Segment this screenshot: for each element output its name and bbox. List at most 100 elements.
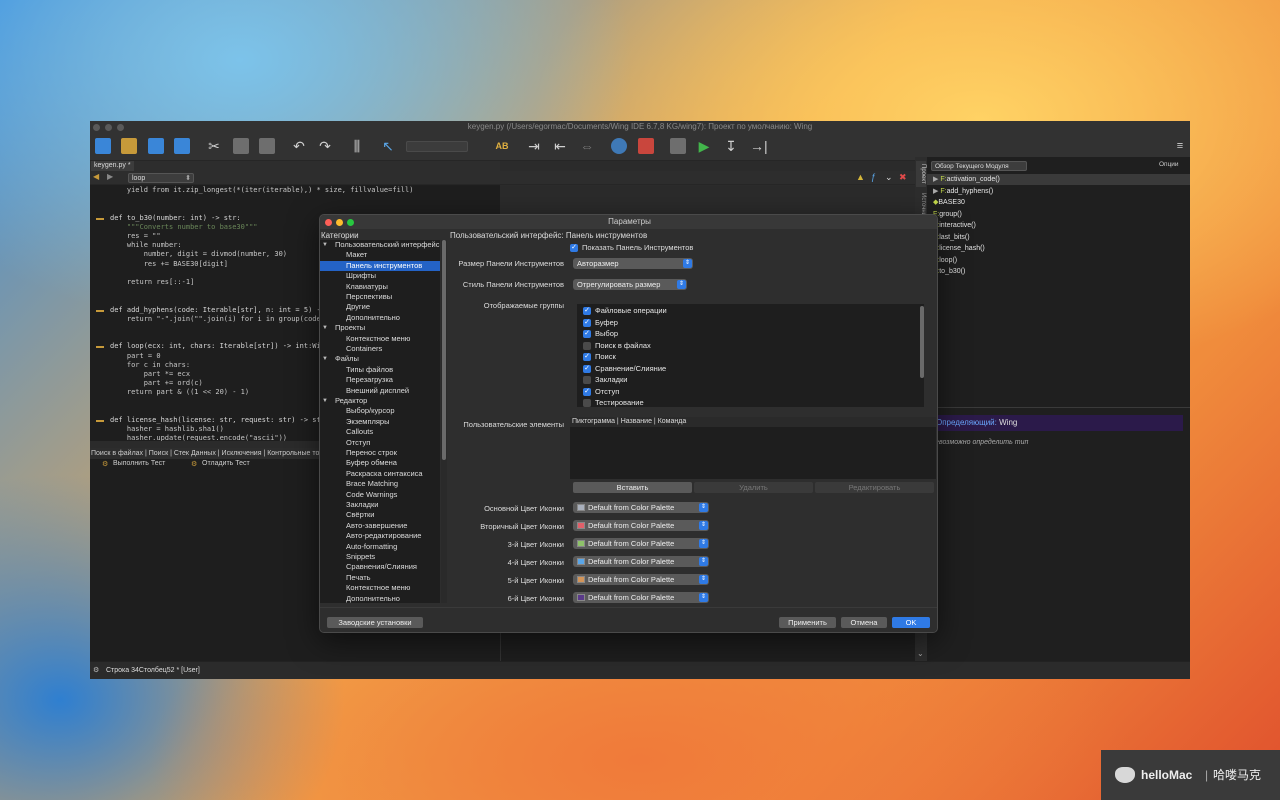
tab-project[interactable]: Проект: [916, 161, 926, 187]
debug-test-button[interactable]: Отладить Тест: [202, 460, 250, 467]
group-checkbox[interactable]: ✓: [583, 364, 591, 373]
delete-button[interactable]: Удалить: [694, 482, 813, 493]
category-item[interactable]: Контекстное меню: [320, 334, 440, 344]
groups-scrollbar[interactable]: [920, 306, 924, 378]
column-name[interactable]: Название: [621, 418, 652, 425]
code-line[interactable]: part *= ecx: [90, 370, 190, 379]
category-item[interactable]: Snippets: [320, 552, 440, 562]
indent-left-icon[interactable]: ⇤: [552, 138, 568, 154]
edit-button[interactable]: Редактировать: [815, 482, 934, 493]
category-item[interactable]: Контекстное меню: [320, 583, 440, 593]
category-item[interactable]: Containers: [320, 344, 440, 354]
code-line[interactable]: [90, 287, 110, 296]
group-item[interactable]: ✓ Выбор: [583, 328, 618, 340]
stop-icon[interactable]: [638, 138, 654, 154]
code-line[interactable]: [90, 296, 110, 305]
category-item[interactable]: Клавиатуры: [320, 282, 440, 292]
options-chevron-icon[interactable]: ⌄: [885, 172, 893, 183]
group-item[interactable]: ✓ Буфер: [583, 317, 618, 329]
fold-marker[interactable]: [96, 346, 104, 349]
indent-right-icon[interactable]: ⇥: [526, 138, 542, 154]
code-line[interactable]: [90, 195, 110, 204]
step-into-icon[interactable]: ↧: [723, 138, 739, 154]
bug-icon[interactable]: ⚙: [93, 662, 99, 679]
tab-keygen[interactable]: keygen.py *: [91, 161, 134, 171]
step-out-icon[interactable]: →|: [750, 138, 768, 154]
category-item[interactable]: Печать: [320, 573, 440, 583]
dialog-minimize-button[interactable]: [336, 218, 343, 226]
icon-color-select[interactable]: Default from Color Palette ⇕: [573, 574, 709, 585]
code-line[interactable]: [90, 324, 110, 333]
category-item[interactable]: Code Warnings: [320, 490, 440, 500]
run-test-button[interactable]: Выполнить Тест: [113, 460, 165, 467]
chevron-down-icon[interactable]: ⌄: [917, 649, 924, 658]
group-checkbox[interactable]: [583, 341, 591, 350]
category-item[interactable]: Авто-редактирование: [320, 531, 440, 541]
toolbar-size-select[interactable]: Авторазмер ⇕: [573, 258, 693, 269]
group-item[interactable]: ✓ Отступ: [583, 386, 619, 398]
icon-color-select[interactable]: Default from Color Palette ⇕: [573, 538, 709, 549]
code-line[interactable]: res += BASE30[digit]: [90, 260, 228, 269]
dialog-close-button[interactable]: [325, 218, 332, 226]
fold-marker[interactable]: [96, 309, 104, 312]
category-item[interactable]: Перенос строк: [320, 448, 440, 458]
outline-item[interactable]: ◆BASE30: [933, 197, 965, 208]
category-item[interactable]: Шрифты: [320, 271, 440, 281]
icon-color-select[interactable]: Default from Color Palette ⇕: [573, 502, 709, 513]
code-line[interactable]: for c in chars:: [90, 361, 190, 370]
code-line[interactable]: return "-".join("".join(i) for i in grou…: [90, 315, 325, 324]
category-group[interactable]: ▼ Пользовательский интерфейс: [320, 240, 440, 250]
code-line[interactable]: while number:: [90, 241, 182, 250]
code-line[interactable]: [90, 398, 110, 407]
column-icon[interactable]: Пиктограмма: [572, 418, 615, 425]
icon-color-select[interactable]: Default from Color Palette ⇕: [573, 520, 709, 531]
code-line[interactable]: number, digit = divmod(number, 30): [90, 250, 287, 259]
category-item[interactable]: Перспективы: [320, 292, 440, 302]
paste-icon[interactable]: [259, 138, 275, 154]
outline-options-button[interactable]: Опции: [1159, 161, 1179, 168]
toolbar-search-input[interactable]: [406, 141, 468, 152]
outline-scope-select[interactable]: Обзор Текущего Модуля: [931, 161, 1027, 171]
group-checkbox[interactable]: ✓: [583, 307, 591, 315]
zoom-window-button[interactable]: [117, 123, 124, 131]
debug-file-icon[interactable]: [670, 138, 686, 154]
category-item[interactable]: Callouts: [320, 427, 440, 437]
fold-marker[interactable]: [96, 217, 104, 220]
category-item[interactable]: Auto-formatting: [320, 542, 440, 552]
code-line[interactable]: def license_hash(license: str, request: …: [90, 416, 321, 425]
group-item[interactable]: Поиск в файлах: [583, 340, 651, 352]
factory-defaults-button[interactable]: Заводские установки: [327, 617, 423, 628]
group-checkbox[interactable]: [583, 376, 591, 384]
disclosure-triangle-icon[interactable]: ▼: [322, 354, 328, 364]
new-file-icon[interactable]: [95, 138, 111, 154]
run-icon[interactable]: ▶: [696, 138, 712, 154]
code-line[interactable]: [90, 407, 110, 416]
fold-marker[interactable]: [96, 420, 104, 422]
dialog-zoom-button[interactable]: [347, 218, 354, 226]
code-line[interactable]: """Converts number to base30""": [90, 223, 258, 232]
outline-item[interactable]: ▶ F:activation_code(): [927, 174, 1190, 185]
outline-item[interactable]: F:interactive(): [933, 220, 976, 231]
categories-scroll-thumb[interactable]: [442, 240, 446, 460]
forward-arrow-icon[interactable]: ▶: [107, 172, 113, 181]
cut-icon[interactable]: ✂: [206, 138, 222, 154]
back-arrow-icon[interactable]: ◀: [93, 172, 99, 181]
column-command[interactable]: Команда: [658, 418, 687, 425]
category-item[interactable]: Brace Matching: [320, 479, 440, 489]
group-item[interactable]: ✓ Сравнение/Слияние: [583, 363, 666, 375]
show-toolbar-checkbox[interactable]: ✓: [570, 244, 578, 252]
group-checkbox[interactable]: ✓: [583, 353, 591, 361]
category-item[interactable]: Авто-завершение: [320, 521, 440, 531]
category-item[interactable]: Свёртки: [320, 510, 440, 520]
pointer-select-icon[interactable]: ↖: [380, 138, 396, 154]
indent-toggle-icon[interactable]: ⇔: [579, 138, 595, 154]
debug-test-icon[interactable]: ⚙: [191, 460, 197, 468]
code-line[interactable]: return res[::-1]: [90, 278, 194, 287]
ok-button[interactable]: OK: [892, 617, 930, 628]
icon-color-select[interactable]: Default from Color Palette ⇕: [573, 556, 709, 567]
redo-icon[interactable]: ↷: [317, 138, 333, 154]
code-line[interactable]: part = 0: [90, 352, 161, 361]
category-group[interactable]: ▼ Проекты: [320, 323, 440, 333]
code-line[interactable]: [90, 333, 110, 342]
category-item[interactable]: Раскраска синтаксиса: [320, 469, 440, 479]
